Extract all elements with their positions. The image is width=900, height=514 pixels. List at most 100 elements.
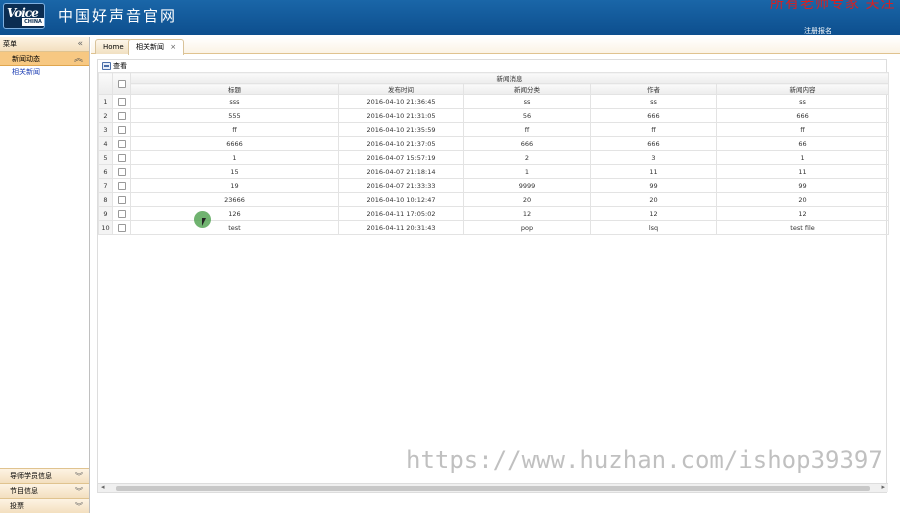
cell-author: 3: [590, 150, 717, 165]
cell-title: test: [130, 220, 339, 235]
close-icon[interactable]: ×: [170, 43, 176, 51]
table-row[interactable]: 8 23666 2016-04-10 10:12:47 20 20 20: [98, 192, 890, 207]
table-row[interactable]: 10 test 2016-04-11 20:31:43 pop lsq test file: [98, 220, 890, 235]
table-row[interactable]: 2 555 2016-04-10 21:31:05 56 666 666: [98, 108, 890, 123]
row-checkbox[interactable]: [117, 181, 126, 190]
group-header: 新闻消息: [129, 72, 890, 84]
menu-item-related-news[interactable]: 相关新闻: [0, 66, 89, 78]
cell-content: 1: [715, 150, 890, 165]
column-header-content[interactable]: 新闻内容: [715, 83, 890, 95]
horizontal-scrollbar[interactable]: ◂ ▸: [98, 483, 888, 492]
tab-related-news[interactable]: 相关新闻 ×: [128, 39, 185, 55]
cell-author: ff: [590, 122, 717, 137]
cell-content: 666: [715, 108, 890, 123]
row-checkbox[interactable]: [117, 167, 126, 176]
row-select-cell: [112, 178, 131, 193]
mouse-cursor-icon: [202, 218, 210, 226]
accordion-mentor-info[interactable]: 导师学员信息 ︾: [0, 468, 89, 483]
view-button[interactable]: 查看: [102, 62, 127, 70]
cell-category: 1: [463, 164, 591, 179]
column-header-title[interactable]: 标题: [130, 83, 339, 95]
chevron-down-icon[interactable]: ︾: [75, 499, 83, 514]
menu-header: 菜单 «: [0, 37, 89, 52]
column-header-author[interactable]: 作者: [590, 83, 717, 95]
app-header: Voice CHINA 中国好声音官网 所有老师专家 关注 注册报名: [0, 0, 900, 35]
site-title: 中国好声音官网: [58, 7, 178, 25]
cell-title: 19: [130, 178, 339, 193]
cell-category: ss: [463, 94, 591, 109]
select-all-checkbox[interactable]: [117, 79, 126, 88]
cell-content: test file: [715, 220, 890, 235]
cell-title: 23666: [130, 192, 339, 207]
cell-title: 555: [130, 108, 339, 123]
print-icon: [102, 62, 111, 70]
scroll-left-icon[interactable]: ◂: [101, 483, 105, 491]
cell-content: 12: [715, 206, 890, 221]
table-row[interactable]: 9 126 2016-04-11 17:05:02 12 12 12: [98, 206, 890, 221]
row-checkbox[interactable]: [117, 125, 126, 134]
row-checkbox[interactable]: [117, 111, 126, 120]
table-row[interactable]: 4 6666 2016-04-10 21:37:05 666 666 66: [98, 136, 890, 151]
row-select-cell: [112, 192, 131, 207]
cell-content: ss: [715, 94, 890, 109]
row-select-cell: [112, 206, 131, 221]
cell-time: 2016-04-10 10:12:47: [338, 192, 464, 207]
row-number: 7: [98, 178, 113, 193]
menu-section-news[interactable]: 新闻动态 ︽: [0, 52, 89, 66]
column-header-category[interactable]: 新闻分类: [463, 83, 591, 95]
row-checkbox[interactable]: [117, 209, 126, 218]
chevron-down-icon[interactable]: ︾: [75, 469, 83, 484]
row-checkbox[interactable]: [117, 153, 126, 162]
row-checkbox[interactable]: [117, 223, 126, 232]
cell-author: 99: [590, 178, 717, 193]
cell-title: ff: [130, 122, 339, 137]
cell-time: 2016-04-07 21:18:14: [338, 164, 464, 179]
row-number: 4: [98, 136, 113, 151]
table-row[interactable]: 3 ff 2016-04-10 21:35:59 ff ff ff: [98, 122, 890, 137]
cell-category: 9999: [463, 178, 591, 193]
select-all-cell: [112, 72, 131, 95]
register-link[interactable]: 注册报名: [804, 26, 832, 36]
cell-content: 11: [715, 164, 890, 179]
cell-time: 2016-04-10 21:35:59: [338, 122, 464, 137]
cell-category: 2: [463, 150, 591, 165]
cell-author: 20: [590, 192, 717, 207]
accordion-vote[interactable]: 投票 ︾: [0, 498, 89, 513]
voice-logo: Voice CHINA: [3, 3, 45, 29]
table-row[interactable]: 5 1 2016-04-07 15:57:19 2 3 1: [98, 150, 890, 165]
table-row[interactable]: 6 15 2016-04-07 21:18:14 1 11 11: [98, 164, 890, 179]
cell-category: 12: [463, 206, 591, 221]
chevron-up-icon[interactable]: ︽: [74, 52, 83, 66]
main-area: Home 相关新闻 × 查看 新闻消息 标题 发布时间 新闻分类 作者 新闻内容…: [91, 37, 900, 513]
row-checkbox[interactable]: [117, 139, 126, 148]
cell-author: 666: [590, 136, 717, 151]
cell-title: 126: [130, 206, 339, 221]
row-checkbox[interactable]: [117, 97, 126, 106]
accordion-program-info[interactable]: 节目信息 ︾: [0, 483, 89, 498]
tab-home[interactable]: Home: [95, 39, 132, 54]
row-number: 1: [98, 94, 113, 109]
cell-time: 2016-04-11 17:05:02: [338, 206, 464, 221]
chevron-down-icon[interactable]: ︾: [75, 484, 83, 499]
cell-category: pop: [463, 220, 591, 235]
watermark-text: https://www.huzhan.com/ishop39397: [406, 446, 883, 474]
row-number: 3: [98, 122, 113, 137]
cell-time: 2016-04-10 21:31:05: [338, 108, 464, 123]
menu-accordion: 导师学员信息 ︾ 节目信息 ︾ 投票 ︾: [0, 468, 89, 513]
table-row[interactable]: 7 19 2016-04-07 21:33:33 9999 99 99: [98, 178, 890, 193]
row-select-cell: [112, 122, 131, 137]
accordion-label: 节目信息: [10, 487, 38, 495]
row-checkbox[interactable]: [117, 195, 126, 204]
row-number: 8: [98, 192, 113, 207]
table-row[interactable]: 1 sss 2016-04-10 21:36:45 ss ss ss: [98, 94, 890, 109]
scrollbar-thumb[interactable]: [116, 486, 870, 491]
column-header-time[interactable]: 发布时间: [338, 83, 464, 95]
collapse-left-icon[interactable]: «: [77, 37, 83, 52]
cell-author: lsq: [590, 220, 717, 235]
menu-title: 菜单: [3, 40, 17, 48]
scroll-right-icon[interactable]: ▸: [881, 483, 885, 491]
cell-time: 2016-04-11 20:31:43: [338, 220, 464, 235]
cell-category: 666: [463, 136, 591, 151]
row-number: 2: [98, 108, 113, 123]
row-number: 5: [98, 150, 113, 165]
